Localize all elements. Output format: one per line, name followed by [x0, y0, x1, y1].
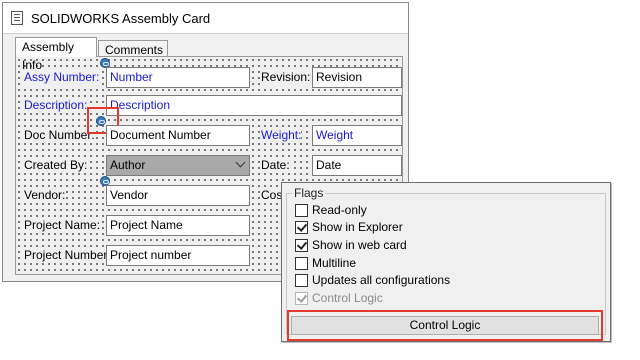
card-icon: [11, 11, 23, 25]
checkbox[interactable]: [295, 257, 308, 270]
checkbox[interactable]: [295, 204, 308, 217]
control-logic-button[interactable]: Control Logic: [291, 316, 599, 335]
tab-assembly-info[interactable]: Assembly Info: [15, 37, 97, 72]
vendor-field[interactable]: Vendor: [106, 185, 250, 206]
title-bar: SOLIDWORKS Assembly Card: [3, 3, 408, 34]
date-field[interactable]: Date: [312, 155, 402, 176]
flags-title: Flags: [292, 186, 326, 200]
weight-field[interactable]: Weight: [312, 125, 402, 146]
description-field[interactable]: Description: [106, 95, 402, 116]
flags-panel: Flags Read-only Show in Explorer Show in…: [281, 182, 611, 342]
project-number-field[interactable]: Project number: [106, 245, 250, 266]
weight-label: Weight:: [261, 127, 302, 143]
cost-label: Cos: [261, 187, 283, 203]
checkbox[interactable]: [295, 274, 308, 287]
window-title: SOLIDWORKS Assembly Card: [31, 11, 211, 26]
flag-label: Control Logic: [312, 291, 383, 305]
description-label: Description:: [24, 97, 88, 113]
flag-label: Updates all configurations: [312, 273, 451, 287]
doc-number-label: Doc Number:: [24, 127, 95, 143]
created-by-select[interactable]: Author: [106, 155, 250, 176]
vendor-label: Vendor:: [24, 187, 66, 203]
checkbox[interactable]: [295, 239, 308, 252]
assy-number-field[interactable]: Number: [106, 67, 250, 88]
checkbox[interactable]: [295, 221, 308, 234]
flag-label: Show in Explorer: [312, 220, 403, 234]
created-by-value: Author: [110, 158, 146, 172]
project-name-label: Project Name:: [24, 217, 101, 233]
flag-label: Read-only: [312, 203, 367, 217]
date-label: Date:: [261, 157, 290, 173]
chevron-down-icon: [235, 157, 246, 168]
created-by-label: Created By:: [24, 157, 88, 173]
flag-label: Show in web card: [312, 238, 407, 252]
tab-strip: Assembly Info Comments: [15, 37, 408, 72]
checkbox: [295, 292, 308, 305]
doc-number-field[interactable]: Document Number: [106, 125, 250, 146]
project-name-field[interactable]: Project Name: [106, 215, 250, 236]
revision-label: Revision:: [261, 69, 311, 85]
revision-field[interactable]: Revision: [312, 67, 402, 88]
project-number-label: Project Number:: [24, 247, 111, 263]
flag-label: Multiline: [312, 256, 357, 270]
